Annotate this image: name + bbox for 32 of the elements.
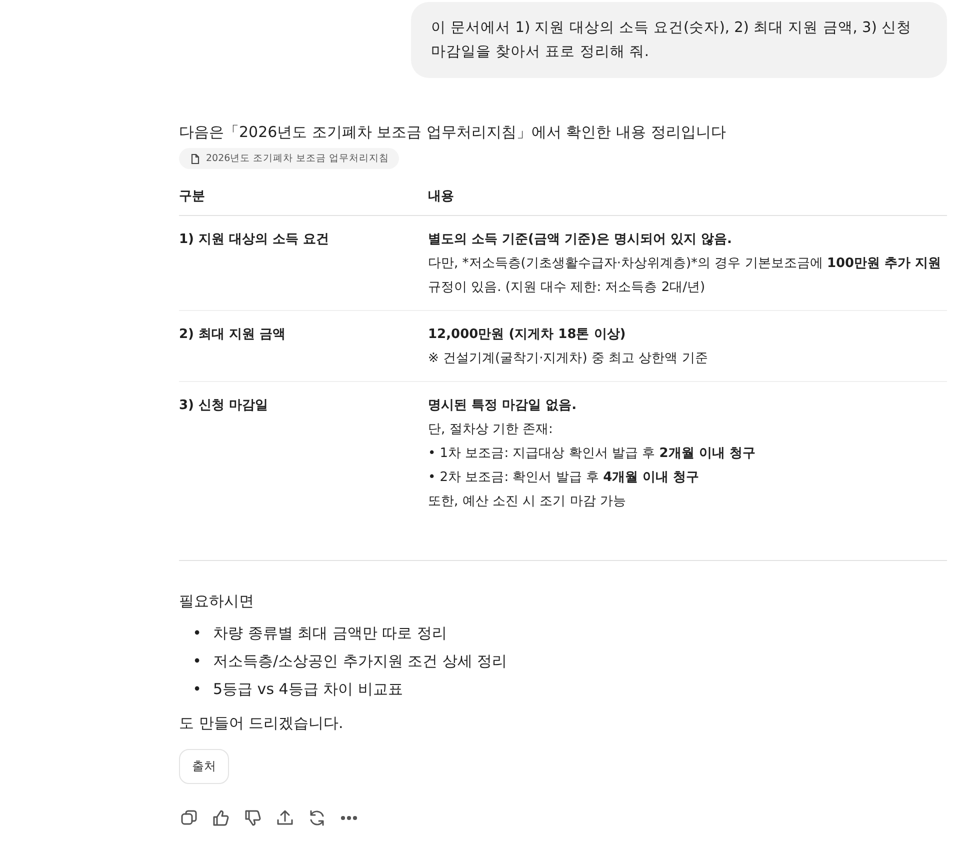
cell-text: • 1차 보조금: 지급대상 확인서 발급 후 2개월 이내 청구 [428,445,756,463]
list-bullet: • [192,651,202,672]
cell-text: 다만, *저소득층(기초생활수급자·차상위계층)*의 경우 기본보조금에 100만원 추가 지원 규정이 있음. (지원 대수 제한: 저소득층 2대/년) [428,255,942,297]
list-item: 5등급 vs 4등급 차이 비교표 [213,679,403,700]
column-header: 구분 [179,189,205,204]
document-icon [189,152,201,164]
column-header: 내용 [428,189,454,204]
intro-text: 다음은「2026년도 조기폐차 보조금 업무처리지침」에서 확인한 내용 정리입니다 [179,122,727,143]
user-message: 이 문서에서 1) 지원 대상의 소득 요건(숫자), 2) 최대 지원 금액, 3) 신청 마감일을 찾아서 표로 정리해 줘. [411,2,947,78]
list-item: 차량 종류별 최대 금액만 따로 정리 [213,623,447,644]
refresh-icon[interactable] [307,808,327,828]
list-item: 저소득층/소상공인 추가지원 조건 상세 정리 [213,651,508,672]
cell-text: ※ 건설기계(굴착기·지게차) 중 최고 상한액 기준 [428,350,709,368]
body-text: 도 만들어 드리겠습니다. [179,713,344,734]
sources-button[interactable]: 출처 [179,749,229,784]
table-cell: 3) 신청 마감일 [179,398,268,413]
thumbs-up-icon[interactable] [211,808,231,828]
thumbs-down-icon[interactable] [243,808,263,828]
cell-text: 12,000만원 (지게차 18톤 이상) [428,326,627,344]
copy-icon[interactable] [179,808,199,828]
table-cell: 2) 최대 지원 금액 [179,327,286,342]
table-cell: 1) 지원 대상의 소득 요건 [179,232,330,247]
cell-text: 또한, 예산 소진 시 조기 마감 가능 [428,493,627,511]
cell-text: 단, 절차상 기한 존재: [428,421,554,439]
source-chip[interactable]: 2026년도 조기폐차 보조금 업무처리지침 [179,148,400,169]
cell-text: • 2차 보조금: 확인서 발급 후 4개월 이내 청구 [428,469,700,487]
cell-text: 별도의 소득 기준(금액 기준)은 명시되어 있지 않음. [428,231,733,249]
body-text: 필요하시면 [179,591,255,612]
list-bullet: • [192,679,202,700]
cell-text: 명시된 특정 마감일 없음. [428,397,578,415]
list-bullet: • [192,623,202,644]
share-icon[interactable] [275,808,295,828]
